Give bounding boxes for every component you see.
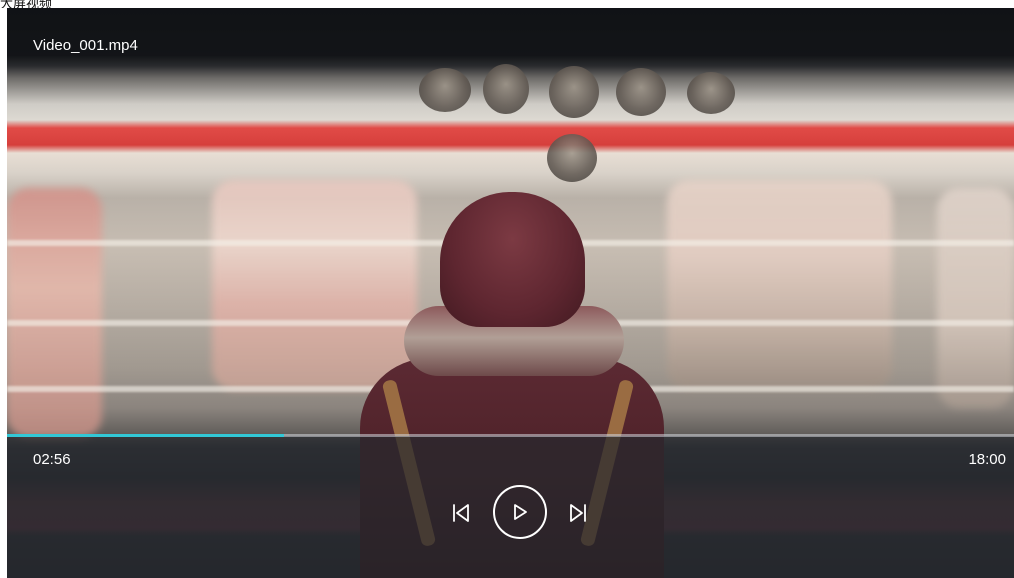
video-title: Video_001.mp4 [33,37,138,54]
ceiling-light [616,68,666,116]
player-top-bar: Video_001.mp4 [7,8,1014,56]
train-window-blur [7,188,102,438]
progress-seek-area[interactable] [7,428,1014,443]
play-button[interactable] [493,485,547,539]
person-hood [440,192,585,327]
playback-controls [7,484,1014,540]
ceiling-light [547,134,597,182]
train-window-blur [937,188,1014,408]
ceiling-light [483,64,529,114]
skip-next-icon [569,503,587,523]
top-strip: 大屏视频 [0,0,1014,8]
skip-previous-icon [452,503,470,523]
current-time: 02:56 [33,451,71,468]
total-time: 18:00 [968,451,1006,468]
ceiling-light [549,66,599,118]
video-player[interactable]: Video_001.mp4 02:56 18:00 [7,8,1014,578]
next-button[interactable] [565,502,591,524]
top-strip-text: 大屏视频 [0,0,53,8]
ceiling-light [687,72,735,114]
ceiling-light [419,68,471,112]
train-window-blur [667,180,892,390]
play-icon [512,503,528,521]
previous-button[interactable] [448,502,474,524]
